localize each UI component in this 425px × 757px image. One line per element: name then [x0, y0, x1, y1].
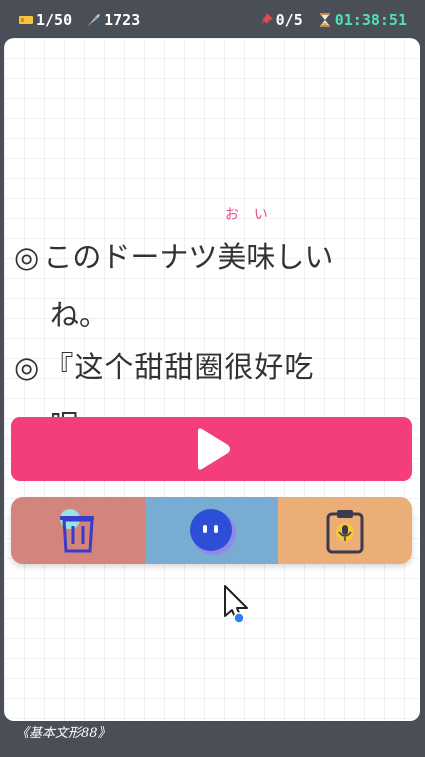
- japanese-sentence: ◎ このドーナツお美い味しい ね。: [14, 208, 409, 344]
- furigana-kanji-1: お美: [217, 208, 247, 286]
- ticket-count: 1/50: [36, 11, 73, 29]
- jp-text-before: このドーナツ: [43, 240, 218, 274]
- timer: 01:38:51: [317, 11, 407, 29]
- trash-icon: [59, 508, 94, 552]
- rocket-count: 1723: [104, 11, 141, 29]
- rocket-counter: 1723: [86, 11, 140, 29]
- clipboard-mic-icon: [326, 509, 364, 553]
- kanji-2: 味: [246, 240, 276, 274]
- furigana-kanji-2: い味: [246, 208, 276, 286]
- ticket-icon: [19, 16, 33, 24]
- voice-blob-button[interactable]: [144, 497, 279, 564]
- pin-count: 0/5: [275, 11, 303, 29]
- lesson-card: ◎このドーナツお美い味しい ね。 ◎『这个甜甜圈很好吃 呢。』: [4, 38, 420, 721]
- pin-icon: [258, 13, 273, 27]
- hourglass-icon: [319, 13, 330, 27]
- pin-counter: 0/5: [258, 11, 303, 29]
- mouse-cursor-icon: [224, 585, 248, 624]
- play-button[interactable]: [11, 417, 412, 481]
- japanese-line-2: ね。: [50, 298, 109, 332]
- status-bar: 1/50 1723 0/5 01:38:51: [0, 0, 425, 40]
- bullet-jp: ◎: [14, 240, 40, 274]
- timer-value: 01:38:51: [334, 11, 407, 29]
- rocket-icon: [88, 14, 101, 26]
- japanese-line-1: ◎ このドーナツお美い味しい: [14, 208, 409, 286]
- bullet-cn: ◎: [14, 350, 41, 384]
- status-left: 1/50 1723: [18, 11, 140, 29]
- delete-button[interactable]: [11, 497, 145, 564]
- chinese-line-1: ◎ 『这个甜甜圈很好吃: [14, 338, 409, 396]
- clipboard-mic-button[interactable]: [278, 497, 412, 564]
- status-right: 0/5 01:38:51: [258, 11, 407, 29]
- jp-text-after: しい: [275, 240, 334, 274]
- blob-face-icon: [189, 508, 236, 555]
- cn-text-line1: 『这个甜甜圈很好吃: [44, 350, 315, 384]
- action-bar: [11, 497, 412, 564]
- course-title: 《基本文形88》: [16, 726, 111, 741]
- furigana-1: お: [224, 207, 239, 223]
- kanji-1: 美: [217, 240, 247, 274]
- ticket-counter: 1/50: [18, 11, 72, 29]
- furigana-2: い: [253, 207, 268, 223]
- play-icon: [197, 428, 230, 470]
